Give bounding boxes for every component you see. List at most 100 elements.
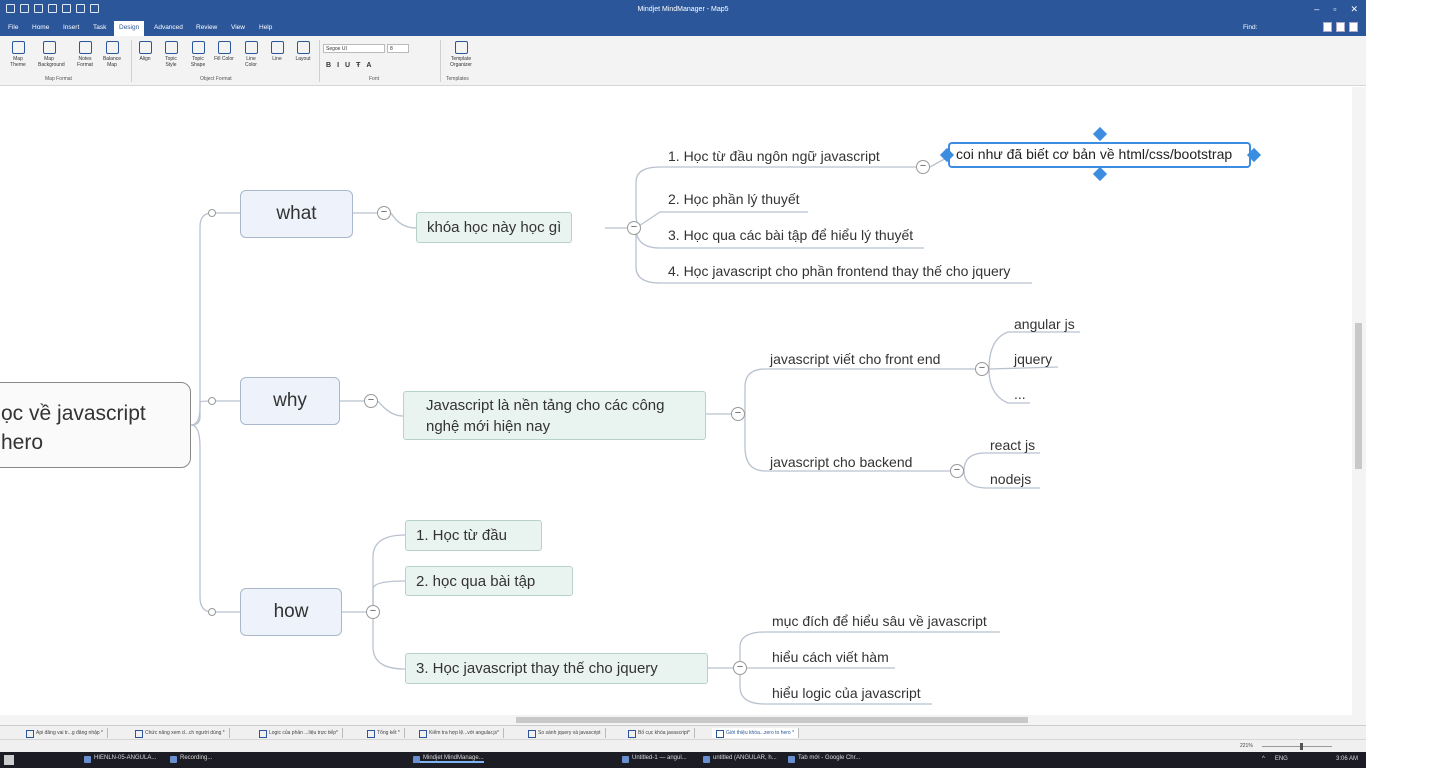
- collapse-why-button[interactable]: −: [364, 394, 378, 408]
- what-item-4[interactable]: 4. Học javascript cho phần frontend thay…: [668, 263, 1010, 279]
- frontend-item-jquery[interactable]: jquery: [1014, 351, 1052, 367]
- maximize-button[interactable]: ▫: [1333, 4, 1336, 15]
- horizontal-scrollbar[interactable]: [0, 715, 1366, 725]
- tab-task[interactable]: Task: [93, 24, 106, 31]
- line-button[interactable]: Line: [266, 41, 288, 62]
- collapse-backend-button[interactable]: −: [950, 464, 964, 478]
- how-item-1[interactable]: 1. Học từ đầu: [405, 520, 542, 551]
- tray-up-icon[interactable]: ^: [1262, 756, 1265, 762]
- how-subitem-2[interactable]: hiểu cách viết hàm: [772, 649, 889, 665]
- taskbar-item-chrome[interactable]: Tab mới - Google Chr...: [788, 755, 860, 763]
- doc-tab-1[interactable]: Api đăng vai tr...g đăng nhập *: [22, 728, 108, 738]
- topic-style-button[interactable]: Topic Style: [160, 41, 182, 68]
- windows-taskbar: HIENLN-05-ANGULA... Recording... Mindjet…: [0, 752, 1366, 768]
- doc-tab-5[interactable]: Kiểm tra hợp lệ...với angular.js*: [415, 728, 504, 738]
- italic-button[interactable]: I: [337, 62, 339, 69]
- zoom-slider[interactable]: [1262, 746, 1332, 747]
- collapse-what-sub-button[interactable]: −: [627, 221, 641, 235]
- taskbar-item-explorer[interactable]: HIENLN-05-ANGULA...: [84, 755, 156, 763]
- map-background-button[interactable]: Map Background: [38, 41, 65, 68]
- collapse-frontend-button[interactable]: −: [975, 362, 989, 376]
- font-color-button[interactable]: A: [366, 62, 371, 69]
- ribbon: Map Theme Map Background Notes Format Ba…: [0, 36, 1366, 86]
- taskbar-item-vscode[interactable]: untitled (ANGULAR, h...: [703, 755, 777, 763]
- taskbar-item-untitled[interactable]: Untitled-1 — angul...: [622, 755, 687, 763]
- collapse-item-1-button[interactable]: −: [916, 160, 930, 174]
- what-item-3[interactable]: 3. Học qua các bài tập để hiểu lý thuyết: [668, 227, 913, 243]
- doc-tab-8-active[interactable]: Giới thiệu khóa...zero to hero *: [712, 728, 800, 738]
- doc-tab-4[interactable]: Tổng kết *: [363, 728, 405, 738]
- map-canvas[interactable]: ọc về javascript hero what why how − − −…: [0, 87, 1352, 715]
- backend-item-nodejs[interactable]: nodejs: [990, 471, 1031, 487]
- align-button[interactable]: Align: [134, 41, 156, 62]
- subtopic-js-foundation[interactable]: Javascript là nền tảng cho các công nghệ…: [403, 391, 706, 440]
- how-subitem-1[interactable]: mục đích để hiểu sâu về javascript: [772, 613, 987, 629]
- tab-review[interactable]: Review: [196, 24, 217, 31]
- zoom-slider-knob[interactable]: [1300, 743, 1303, 750]
- vertical-scroll-thumb[interactable]: [1355, 323, 1362, 469]
- selected-topic-note[interactable]: coi như đã biết cơ bản về html/css/boots…: [948, 142, 1251, 168]
- topic-why[interactable]: why: [240, 377, 340, 425]
- start-icon[interactable]: [4, 755, 14, 765]
- strikethrough-button[interactable]: Ŧ: [356, 62, 360, 69]
- find-box-icon[interactable]: [1323, 22, 1332, 32]
- why-frontend[interactable]: javascript viết cho front end: [770, 351, 940, 367]
- topic-shape-icon: [191, 41, 205, 54]
- language-indicator[interactable]: ENG: [1275, 756, 1288, 762]
- subtopic-course-content[interactable]: khóa học này học gì: [416, 212, 573, 243]
- vertical-scrollbar[interactable]: [1352, 87, 1366, 715]
- balance-map-button[interactable]: Balance Map: [101, 41, 123, 68]
- topic-how[interactable]: how: [240, 588, 342, 636]
- template-organizer-button[interactable]: Template Organizer: [446, 41, 476, 68]
- layout-options-icon[interactable]: [1336, 22, 1345, 32]
- how-item-2[interactable]: 2. học qua bài tập: [405, 566, 573, 596]
- frontend-item-angular[interactable]: angular js: [1014, 316, 1075, 332]
- window-title: Mindjet MindManager - Map5: [637, 6, 729, 13]
- doc-tab-6[interactable]: So sánh jquery và javascript: [524, 728, 606, 738]
- close-button[interactable]: ✕: [1350, 4, 1358, 15]
- doc-tab-3[interactable]: Logic của phần ...liệu trực tiếp*: [255, 728, 343, 738]
- tab-file[interactable]: File: [8, 24, 18, 31]
- backend-item-react[interactable]: react js: [990, 437, 1035, 453]
- what-item-1[interactable]: 1. Học từ đầu ngôn ngữ javascript: [668, 148, 880, 164]
- fill-color-button[interactable]: Fill Color: [213, 41, 235, 62]
- underline-button[interactable]: U: [345, 62, 350, 69]
- tab-help[interactable]: Help: [259, 24, 272, 31]
- notes-format-button[interactable]: Notes Format: [74, 41, 96, 68]
- collapse-how-item3-button[interactable]: −: [733, 661, 747, 675]
- line-color-button[interactable]: Line Color: [240, 41, 262, 68]
- doc-tab-7[interactable]: Bố cục khóa javascript*: [624, 728, 695, 738]
- how-item-3[interactable]: 3. Học javascript thay thế cho jquery: [405, 653, 708, 684]
- frontend-item-more[interactable]: ...: [1014, 386, 1026, 402]
- taskbar-item-recording[interactable]: Recording...: [170, 755, 212, 763]
- tab-design[interactable]: Design: [114, 21, 145, 36]
- title-bar: Mindjet MindManager - Map5 – ▫ ✕: [0, 0, 1366, 20]
- template-organizer-icon: [454, 41, 468, 54]
- font-name-select[interactable]: Segoe UI: [323, 44, 385, 53]
- map-theme-button[interactable]: Map Theme: [7, 41, 29, 68]
- layout-button[interactable]: Layout: [292, 41, 314, 62]
- central-topic[interactable]: ọc về javascript hero: [0, 382, 191, 468]
- doc-tab-2[interactable]: Chức năng xem d...ch người dùng *: [131, 728, 230, 738]
- font-size-select[interactable]: 8: [387, 44, 409, 53]
- group-font: Font: [369, 76, 380, 82]
- tab-home[interactable]: Home: [32, 24, 49, 31]
- document-tabs: Api đăng vai tr...g đăng nhập * Chức năn…: [0, 725, 1366, 739]
- taskbar-clock[interactable]: 3:06 AM: [1336, 756, 1358, 762]
- horizontal-scroll-thumb[interactable]: [516, 717, 1028, 723]
- collapse-why-sub-button[interactable]: −: [731, 407, 745, 421]
- collapse-how-button[interactable]: −: [366, 605, 380, 619]
- why-backend[interactable]: javascript cho backend: [770, 454, 912, 470]
- taskbar-item-mindmanager[interactable]: Mindjet MindManage...: [413, 755, 484, 763]
- collapse-what-button[interactable]: −: [377, 206, 391, 220]
- bold-button[interactable]: B: [326, 62, 331, 69]
- tab-view[interactable]: View: [231, 24, 245, 31]
- how-subitem-3[interactable]: hiểu logic của javascript: [772, 685, 921, 701]
- help-icon[interactable]: [1349, 22, 1358, 32]
- minimize-button[interactable]: –: [1314, 4, 1319, 15]
- what-item-2[interactable]: 2. Học phần lý thuyết: [668, 191, 800, 207]
- topic-what[interactable]: what: [240, 190, 353, 238]
- topic-shape-button[interactable]: Topic Shape: [187, 41, 209, 68]
- tab-advanced[interactable]: Advanced: [154, 24, 183, 31]
- tab-insert[interactable]: Insert: [63, 24, 79, 31]
